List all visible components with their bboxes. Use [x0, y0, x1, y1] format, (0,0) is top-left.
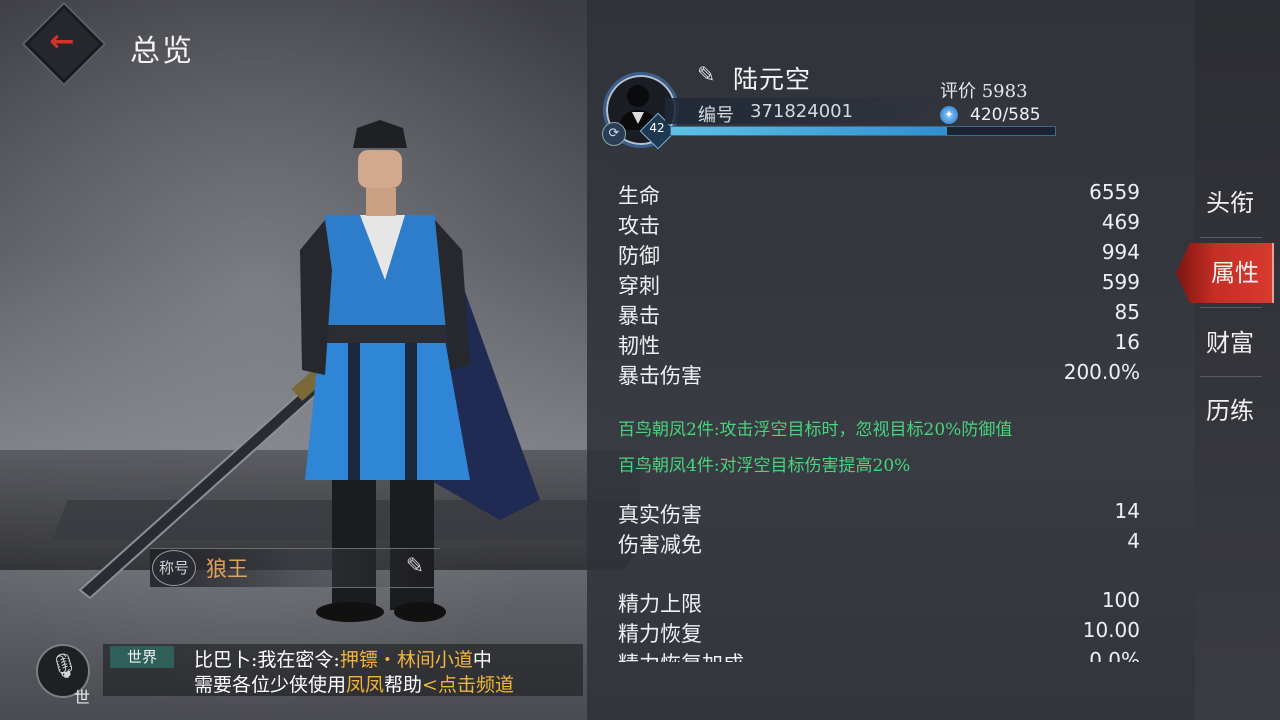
microphone-icon: 🎙 — [49, 652, 80, 680]
energy-value: 420/585 — [970, 105, 1041, 125]
stat-row-toughness: 韧性 16 — [618, 330, 1140, 358]
edit-title-icon[interactable]: ✎ — [398, 550, 432, 584]
rating: 评价 5983 — [940, 81, 1028, 102]
stat-value: 0.0% — [1089, 648, 1140, 662]
stat-label: 防御 — [618, 244, 660, 268]
progress-bar-fill — [671, 127, 947, 135]
stat-label: 暴击 — [618, 304, 660, 328]
energy-icon: ✦ — [940, 106, 958, 124]
stat-row-attack: 攻击 469 — [618, 210, 1140, 238]
stat-value: 85 — [1114, 300, 1140, 324]
stat-label: 精力恢复加成 — [618, 648, 744, 662]
stat-row-defense: 防御 994 — [618, 240, 1140, 268]
stat-label: 精力上限 — [618, 592, 702, 616]
stat-row-energy-regen-bonus: 精力恢复加成 0.0% — [618, 648, 1140, 662]
progress-bar — [670, 126, 1056, 136]
stat-row-crit: 暴击 85 — [618, 300, 1140, 328]
stat-label: 伤害减免 — [618, 533, 702, 557]
title-tag: 称号 — [152, 550, 196, 586]
stat-label: 暴击伤害 — [618, 364, 702, 388]
stat-row-pierce: 穿刺 599 — [618, 270, 1140, 298]
chat-message-line1[interactable]: 比巴卜:我在密令:押镖・林间小道中 — [194, 645, 492, 672]
stat-value: 100 — [1101, 588, 1140, 612]
tab-titles[interactable]: 头衔 — [1195, 173, 1265, 233]
stat-row-damage-reduction: 伤害减免 4 — [618, 529, 1140, 557]
tab-divider — [1200, 376, 1262, 377]
stat-label: 生命 — [618, 184, 660, 208]
stat-row-crit-damage: 暴击伤害 200.0% — [618, 360, 1140, 388]
stat-label: 韧性 — [618, 334, 660, 358]
stat-value: 994 — [1101, 240, 1140, 264]
id-label: 编号 — [698, 105, 734, 126]
stat-label: 真实伤害 — [618, 503, 702, 527]
title-value: 狼王 — [206, 557, 248, 581]
back-arrow-icon: ← — [49, 24, 75, 59]
stat-value: 10.00 — [1082, 618, 1140, 642]
tab-divider — [1200, 237, 1262, 238]
page-title: 总览 — [130, 34, 194, 69]
id-value: 371824001 — [750, 101, 854, 122]
chat-channel-tag: 世界 — [110, 646, 174, 668]
stat-value: 16 — [1114, 330, 1140, 354]
stat-value: 6559 — [1089, 180, 1140, 204]
character-name: 陆元空 — [733, 65, 812, 94]
tab-attributes[interactable]: 属性 — [1200, 243, 1270, 303]
set-bonus-4pc: 百鸟朝凤4件:对浮空目标伤害提高20% — [618, 456, 911, 476]
set-bonus-2pc: 百鸟朝凤2件:攻击浮空目标时，忽视目标20%防御值 — [618, 420, 1013, 440]
stat-value: 14 — [1114, 499, 1140, 523]
stat-label: 穿刺 — [618, 274, 660, 298]
tab-experience[interactable]: 历练 — [1195, 381, 1265, 441]
tab-divider — [1200, 307, 1262, 308]
stat-row-energy-regen: 精力恢复 10.00 — [618, 618, 1140, 646]
stat-row-hp: 生命 6559 — [618, 180, 1140, 208]
stat-label: 攻击 — [618, 214, 660, 238]
stat-value: 469 — [1101, 210, 1140, 234]
chat-message-line2[interactable]: 需要各位少侠使用凤凤帮助<点击频道 — [194, 670, 514, 697]
stat-value: 4 — [1127, 529, 1140, 553]
stat-row-true-damage: 真实伤害 14 — [618, 499, 1140, 527]
stat-label: 精力恢复 — [618, 622, 702, 646]
stat-value: 599 — [1101, 270, 1140, 294]
tab-wealth[interactable]: 财富 — [1195, 313, 1265, 373]
stat-value: 200.0% — [1063, 360, 1140, 384]
character-scene — [0, 0, 640, 720]
refresh-icon[interactable]: ⟳ — [602, 122, 626, 146]
stat-row-energy-max: 精力上限 100 — [618, 588, 1140, 616]
voice-channel-label: 世 — [74, 688, 91, 707]
rename-pen-icon[interactable]: ✎ — [697, 63, 715, 88]
